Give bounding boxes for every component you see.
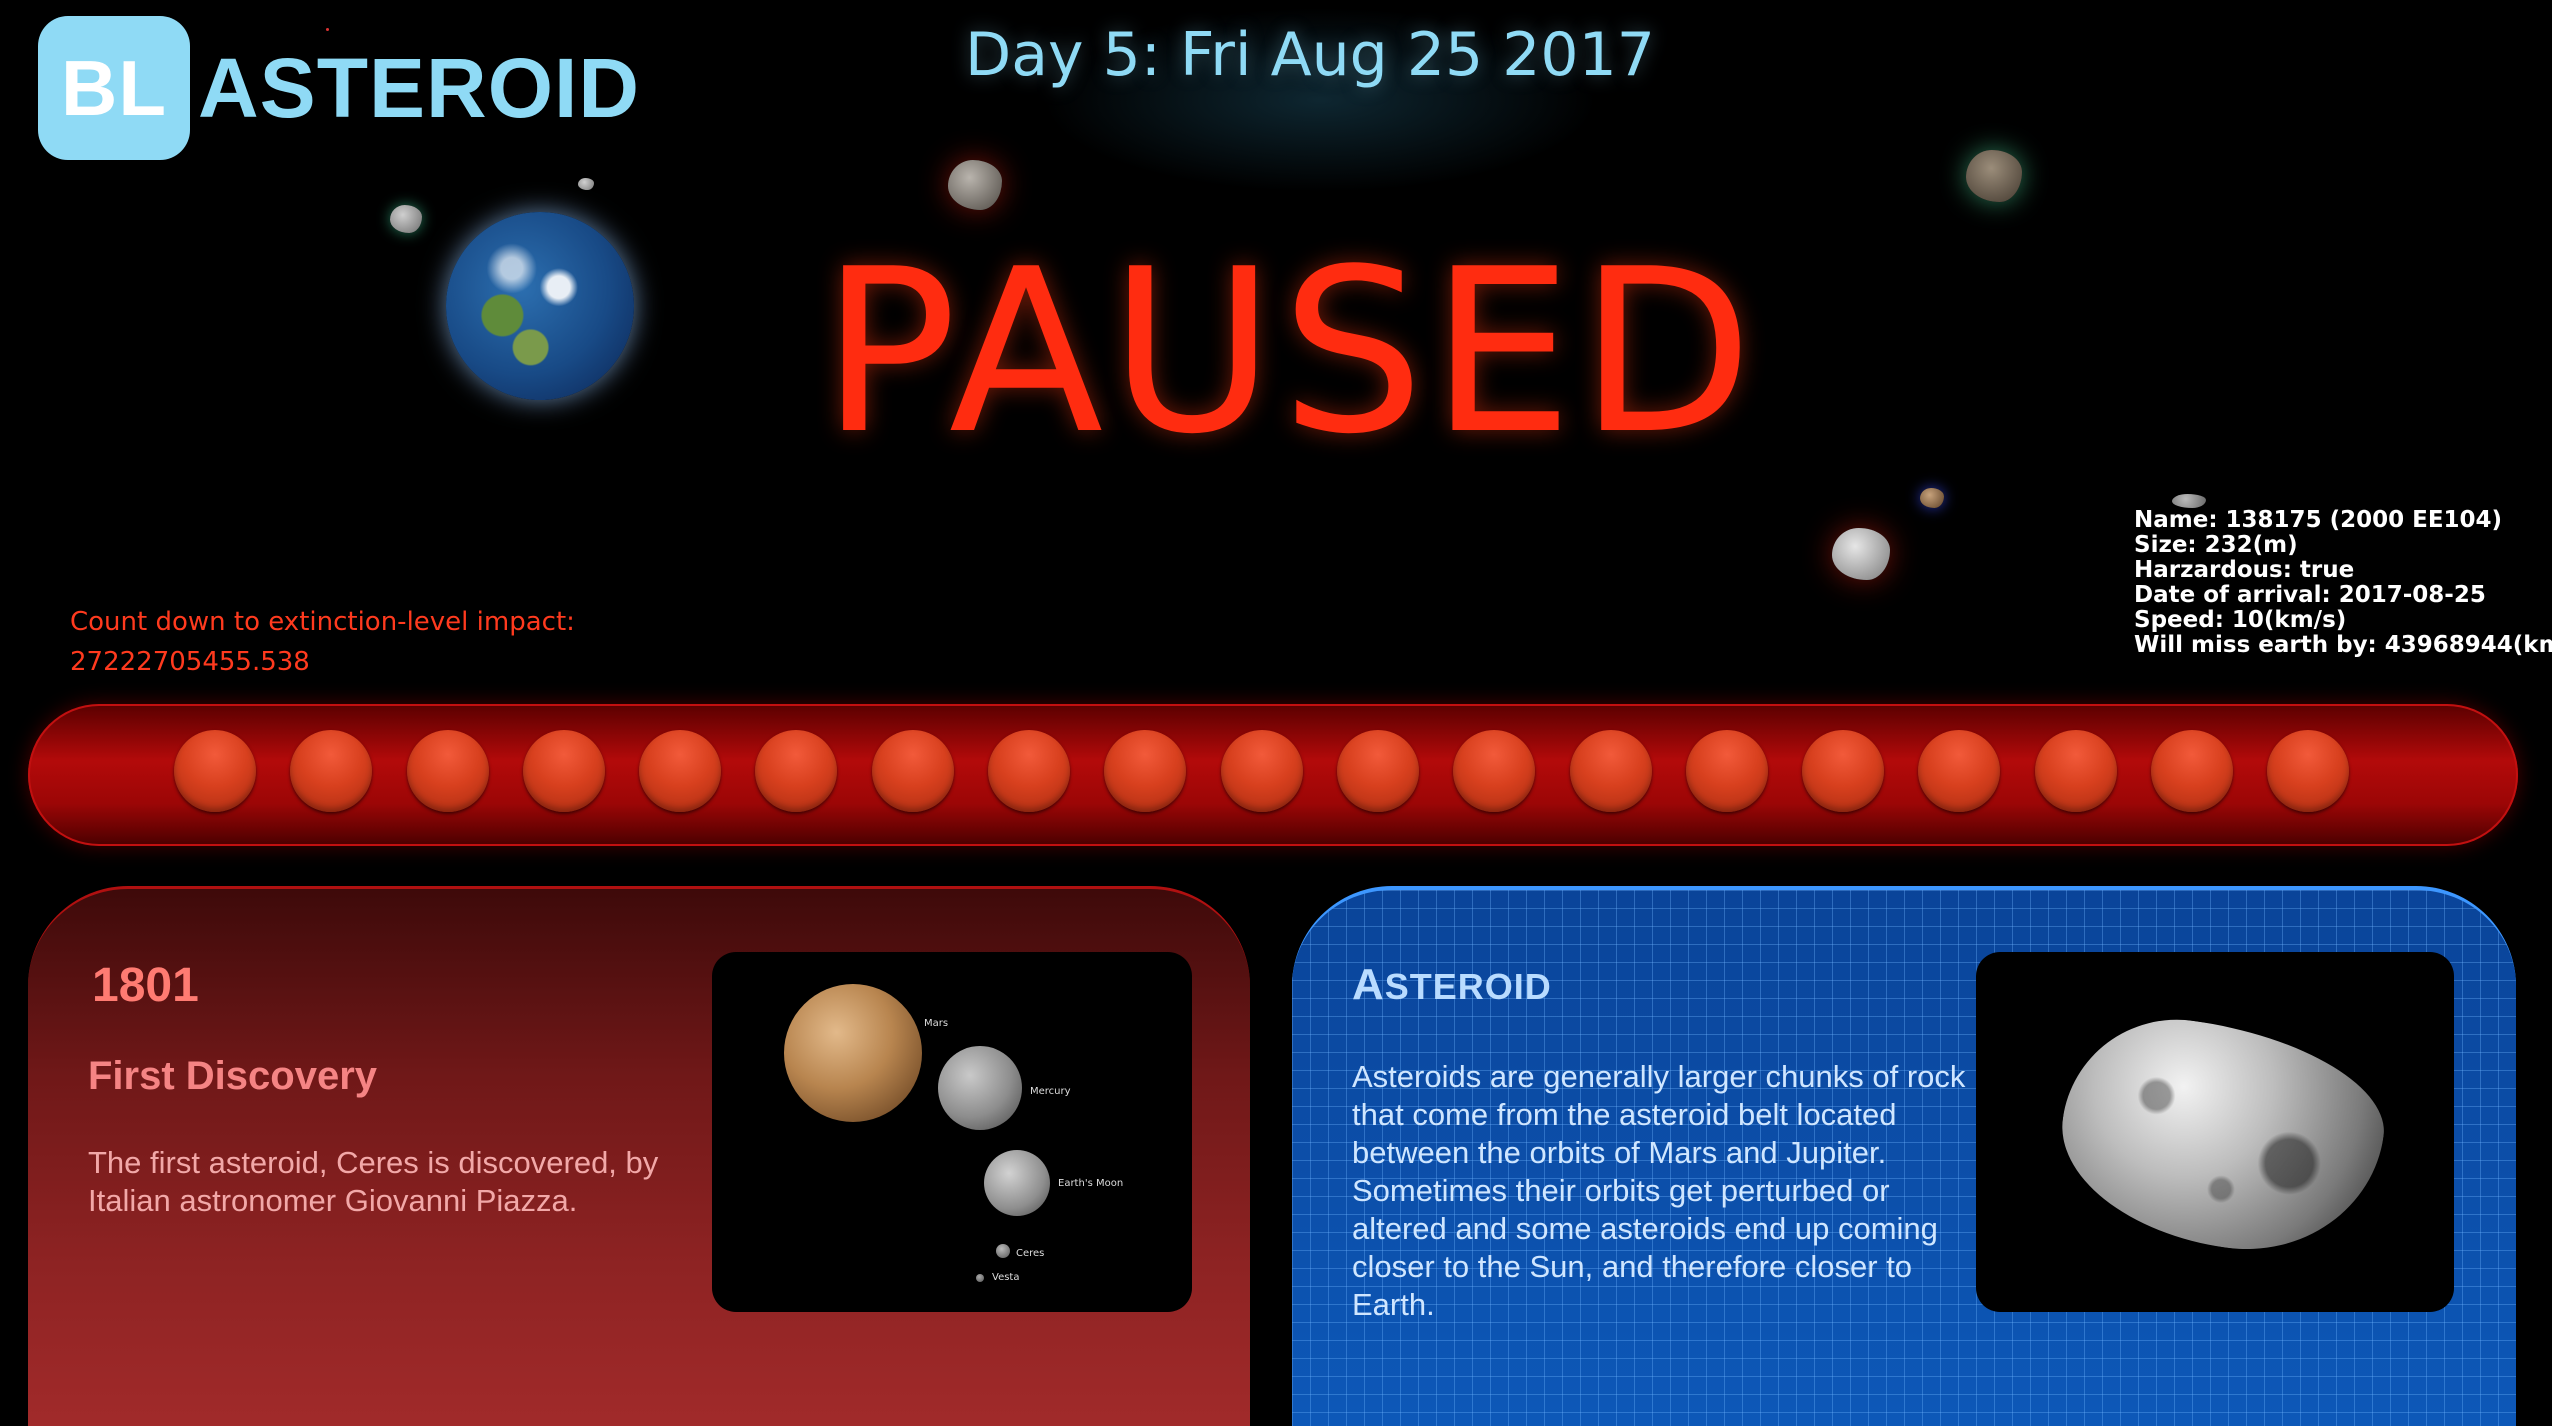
asteroid-icon[interactable] — [1920, 488, 1944, 508]
timeline-day-dot[interactable] — [1336, 730, 1419, 812]
info-label: Size: — [2134, 532, 2197, 558]
vesta-image — [976, 1274, 984, 1282]
asteroid-icon[interactable] — [390, 205, 422, 233]
countdown-value: 27222705455.538 — [70, 647, 310, 677]
mars-label: Mars — [924, 1018, 949, 1029]
info-label: Will miss earth by: — [2134, 632, 2377, 658]
countdown: Count down to extinction-level impact: 2… — [70, 602, 575, 682]
timeline-day-dot[interactable] — [1569, 730, 1652, 812]
asteroid-icon[interactable] — [1832, 528, 1890, 580]
timeline-day-dot[interactable] — [174, 730, 256, 812]
info-label: Harzardous: — [2134, 557, 2292, 583]
asteroid-icon[interactable] — [948, 160, 1002, 210]
timeline-day-dot[interactable] — [2151, 730, 2234, 812]
info-row-hazardous: Harzardous: true — [2134, 558, 2552, 583]
info-value: 43968944(km — [2384, 632, 2552, 658]
mercury-label: Mercury — [1030, 1086, 1071, 1097]
timeline-day-dot[interactable] — [1802, 730, 1885, 812]
timeline-day-dot[interactable] — [988, 730, 1071, 812]
logo-badge: BL — [38, 16, 190, 160]
ceres-image — [996, 1244, 1010, 1258]
timeline-day-dot[interactable] — [1685, 730, 1768, 812]
moon-label: Earth's Moon — [1058, 1178, 1124, 1189]
asteroid-photo — [1976, 952, 2454, 1312]
info-value: 10(km/s) — [2231, 607, 2347, 633]
star-dot — [326, 28, 329, 31]
info-label: Name: — [2134, 507, 2218, 533]
timeline-day-dot[interactable] — [1220, 730, 1303, 812]
logo-text: ASTEROID — [198, 40, 641, 135]
planets-comparison-image: Mars Mercury Earth's Moon Ceres Vesta — [712, 952, 1192, 1312]
asteroid-card-title-initial: A — [1352, 960, 1385, 1009]
timeline-day-dot[interactable] — [1918, 730, 2001, 812]
day-title: Day 5: Fri Aug 25 2017 — [965, 20, 1655, 90]
timeline-day-dot[interactable] — [755, 730, 838, 812]
asteroid-icon[interactable] — [2172, 494, 2206, 508]
timeline-day-dot[interactable] — [522, 730, 605, 812]
asteroid-icon[interactable] — [1966, 150, 2022, 202]
timeline-day-dot[interactable] — [2034, 730, 2117, 812]
timeline-day-dot[interactable] — [639, 730, 722, 812]
info-row-speed: Speed: 10(km/s) — [2134, 608, 2552, 633]
paused-overlay[interactable]: PAUSED — [790, 240, 1790, 466]
asteroid-card-title: ASTEROID — [1352, 960, 1552, 1010]
info-value: 2017-08-25 — [2338, 582, 2486, 608]
timeline-day-dot[interactable] — [1453, 730, 1536, 812]
info-value: 232(m) — [2204, 532, 2298, 558]
history-year: 1801 — [92, 959, 199, 1012]
earth-image — [446, 212, 634, 400]
info-row-size: Size: 232(m) — [2134, 533, 2552, 558]
timeline-dots — [174, 730, 2384, 812]
info-label: Date of arrival: — [2134, 582, 2331, 608]
moon-image — [984, 1150, 1050, 1216]
history-subtitle: First Discovery — [88, 1054, 378, 1098]
mercury-image — [938, 1046, 1022, 1130]
info-row-arrival: Date of arrival: 2017-08-25 — [2134, 583, 2552, 608]
timeline-day-dot[interactable] — [406, 730, 489, 812]
mars-image — [784, 984, 922, 1122]
timeline-day-dot[interactable] — [290, 730, 373, 812]
asteroid-icon[interactable] — [578, 178, 594, 190]
info-row-miss: Will miss earth by: 43968944(km — [2134, 633, 2552, 658]
asteroid-card-title-rest: STEROID — [1384, 966, 1552, 1007]
vesta-label: Vesta — [992, 1272, 1020, 1283]
timeline-day-dot[interactable] — [2267, 730, 2350, 812]
countdown-label: Count down to extinction-level impact: — [70, 607, 575, 637]
app-logo[interactable]: BL ASTEROID — [38, 16, 640, 160]
asteroid-info-panel: Name: 138175 (2000 EE104) Size: 232(m) Har… — [2134, 508, 2552, 658]
info-row-name: Name: 138175 (2000 EE104) — [2134, 508, 2552, 533]
asteroid-image — [2048, 1004, 2396, 1268]
history-text: The first asteroid, Ceres is discovered,… — [88, 1145, 659, 1218]
ceres-label: Ceres — [1016, 1248, 1045, 1259]
asteroid-card-text: Asteroids are generally larger chunks of… — [1352, 1059, 1966, 1322]
timeline-day-dot[interactable] — [871, 730, 954, 812]
info-label: Speed: — [2134, 607, 2224, 633]
info-value: true — [2299, 557, 2355, 583]
timeline-day-dot[interactable] — [1104, 730, 1187, 812]
info-value: 138175 (2000 EE104) — [2225, 507, 2503, 533]
